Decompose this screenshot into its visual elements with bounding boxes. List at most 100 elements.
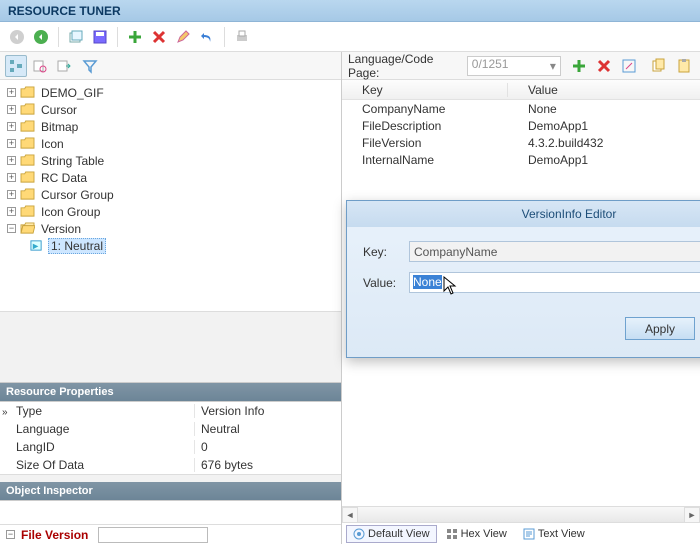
- tab-hex-view[interactable]: Hex View: [439, 525, 514, 543]
- save-button[interactable]: [89, 26, 111, 48]
- tree-label: Cursor: [39, 103, 79, 117]
- prop-row: »TypeVersion Info: [0, 402, 341, 420]
- resource-tree[interactable]: + DEMO_GIF + Cursor +Bitmap + Icon + String …: [0, 80, 341, 312]
- folder-icon: [20, 103, 35, 116]
- prop-name: Language: [16, 422, 69, 436]
- cell-key: FileDescription: [342, 119, 508, 133]
- tree-view-icon[interactable]: [5, 55, 27, 77]
- tree-label: Version: [39, 222, 83, 236]
- expand-icon[interactable]: +: [7, 156, 16, 165]
- folder-icon: [20, 154, 35, 167]
- tree-label: Cursor Group: [39, 188, 116, 202]
- lang-label: Language/Code Page:: [348, 52, 463, 80]
- object-inspector-header: Object Inspector: [0, 482, 341, 500]
- expand-icon[interactable]: +: [7, 105, 16, 114]
- collapse-icon[interactable]: −: [7, 224, 16, 233]
- back-button[interactable]: [6, 26, 28, 48]
- scroll-thumb[interactable]: [358, 507, 684, 522]
- filter-icon[interactable]: [79, 55, 101, 77]
- table-row[interactable]: InternalNameDemoApp1: [342, 151, 700, 168]
- tree-item-stringtable[interactable]: + String Table: [5, 152, 336, 169]
- app-title: RESOURCE TUNER: [8, 4, 121, 18]
- value-field[interactable]: [409, 272, 700, 293]
- dialog-titlebar[interactable]: VersionInfo Editor ✕: [347, 201, 700, 227]
- edit-button[interactable]: [619, 55, 640, 77]
- right-pane: Language/Code Page: 0/1251 Key Value Com…: [342, 52, 700, 544]
- tree-toolbar: [0, 52, 341, 80]
- key-label: Key:: [363, 245, 409, 259]
- expand-icon[interactable]: +: [7, 139, 16, 148]
- prop-row: LanguageNeutral: [0, 420, 341, 438]
- tree-item-demo-gif[interactable]: + DEMO_GIF: [5, 84, 336, 101]
- tree-label: Icon Group: [39, 205, 102, 219]
- prop-name: Type: [16, 404, 42, 418]
- expand-icon[interactable]: +: [7, 88, 16, 97]
- tree-item-bitmap[interactable]: +Bitmap: [5, 118, 336, 135]
- expand-icon[interactable]: +: [7, 173, 16, 182]
- prop-value: Version Info: [195, 404, 264, 418]
- horizontal-scrollbar[interactable]: ◄ ►: [342, 506, 700, 522]
- col-key[interactable]: Key: [342, 83, 508, 97]
- tree-item-rcdata[interactable]: + RC Data: [5, 169, 336, 186]
- cell-key: InternalName: [342, 153, 508, 167]
- prop-value: 676 bytes: [195, 458, 253, 472]
- cell-value: None: [508, 102, 700, 116]
- cell-value: DemoApp1: [508, 153, 700, 167]
- value-label: Value:: [363, 276, 409, 290]
- object-inspector: [0, 500, 341, 524]
- lang-select[interactable]: 0/1251: [467, 56, 561, 76]
- titlebar: RESOURCE TUNER: [0, 0, 700, 22]
- right-toolbar: Language/Code Page: 0/1251: [342, 52, 700, 80]
- expand-icon[interactable]: +: [7, 207, 16, 216]
- main-toolbar: [0, 22, 700, 52]
- table-row[interactable]: CompanyNameNone: [342, 100, 700, 117]
- prop-name: Size Of Data: [16, 458, 84, 472]
- tree-spacer: [0, 312, 341, 383]
- prop-value: 0: [195, 440, 208, 454]
- tree-item-version[interactable]: − Version: [5, 220, 336, 237]
- find-icon[interactable]: [29, 55, 51, 77]
- export-icon[interactable]: [53, 55, 75, 77]
- copy-button[interactable]: [648, 55, 669, 77]
- open-button[interactable]: [65, 26, 87, 48]
- apply-button[interactable]: Apply: [625, 317, 695, 340]
- folder-open-icon: [20, 222, 35, 235]
- main-area: + DEMO_GIF + Cursor +Bitmap + Icon + String …: [0, 52, 700, 544]
- tree-item-cursor[interactable]: + Cursor: [5, 101, 336, 118]
- tab-text-view[interactable]: Text View: [516, 525, 592, 543]
- tab-default-view[interactable]: Default View: [346, 525, 437, 543]
- delete-button[interactable]: [594, 55, 615, 77]
- scroll-right-icon[interactable]: ►: [684, 507, 700, 523]
- table-row[interactable]: FileDescriptionDemoApp1: [342, 117, 700, 134]
- prop-row: Size Of Data 676 bytes: [0, 456, 341, 474]
- bottom-row: − File Version: [0, 524, 341, 544]
- folder-icon: [20, 205, 35, 218]
- tree-item-cursorgroup[interactable]: + Cursor Group: [5, 186, 336, 203]
- versioninfo-editor-dialog: VersionInfo Editor ✕ Key: Value: None Ap…: [346, 200, 700, 358]
- tree-label: 1: Neutral: [48, 238, 106, 254]
- edit-button[interactable]: [172, 26, 194, 48]
- forward-button[interactable]: [30, 26, 52, 48]
- paste-button[interactable]: [673, 55, 694, 77]
- table-row[interactable]: FileVersion4.3.2.build432: [342, 134, 700, 151]
- folder-icon: [20, 137, 35, 150]
- print-button[interactable]: [231, 26, 253, 48]
- key-field[interactable]: [409, 241, 700, 262]
- tree-label: DEMO_GIF: [39, 86, 106, 100]
- scroll-left-icon[interactable]: ◄: [342, 507, 358, 523]
- expand-icon[interactable]: −: [6, 530, 15, 539]
- expand-icon[interactable]: +: [7, 190, 16, 199]
- tree-item-icongroup[interactable]: + Icon Group: [5, 203, 336, 220]
- add-button[interactable]: [124, 26, 146, 48]
- undo-button[interactable]: [196, 26, 218, 48]
- col-value[interactable]: Value: [508, 83, 700, 97]
- tree-label: RC Data: [39, 171, 89, 185]
- tree-item-icon[interactable]: + Icon: [5, 135, 336, 152]
- file-version-field[interactable]: [98, 527, 208, 543]
- delete-button[interactable]: [148, 26, 170, 48]
- expand-icon[interactable]: +: [7, 122, 16, 131]
- tree-label: String Table: [39, 154, 106, 168]
- tree-item-version-child[interactable]: 1: Neutral: [5, 237, 336, 254]
- tree-label: Icon: [39, 137, 66, 151]
- add-button[interactable]: [569, 55, 590, 77]
